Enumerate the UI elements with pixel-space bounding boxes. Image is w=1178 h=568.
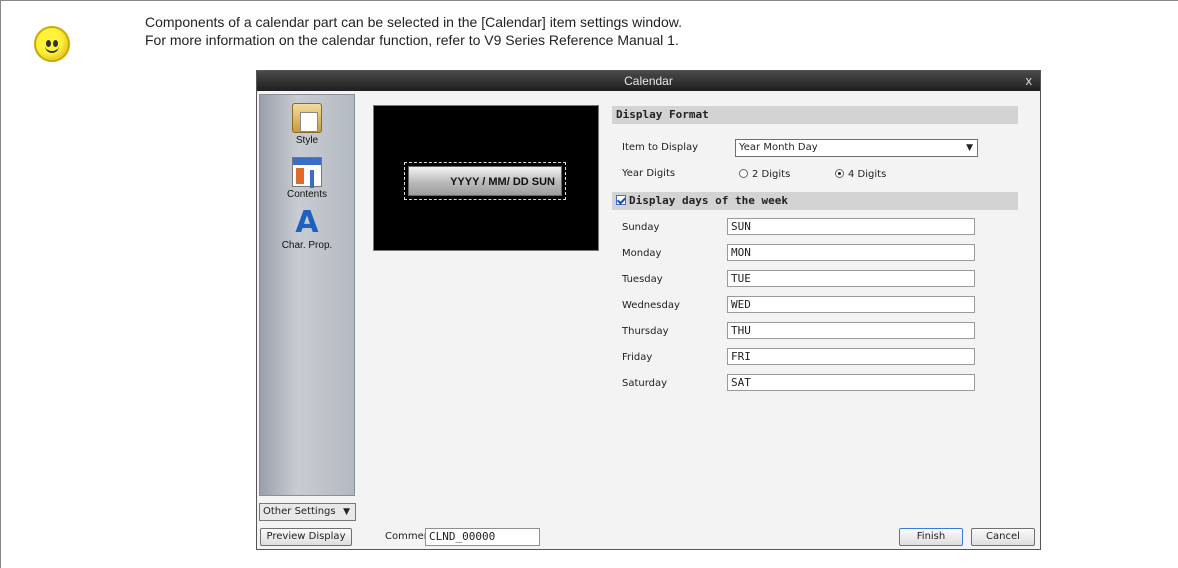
radio-4-digits[interactable]: 4 Digits	[835, 169, 886, 180]
sidebar-item-style[interactable]: Style	[260, 103, 354, 146]
radio-2-digits-label: 2 Digits	[752, 169, 791, 180]
note-line-2: For more information on the calendar fun…	[145, 32, 679, 48]
dialog-titlebar: Calendar x	[257, 71, 1040, 91]
note-text: Components of a calendar part can be sel…	[145, 13, 682, 49]
sidebar-item-char-prop[interactable]: A Char. Prop.	[260, 205, 354, 252]
calendar-part-preview: YYYY / MM/ DD SUN	[404, 162, 566, 200]
sidebar: Style Contents A Char. Prop.	[259, 94, 355, 496]
close-icon[interactable]: x	[1026, 71, 1033, 91]
friday-input[interactable]: FRI	[727, 348, 975, 365]
saturday-label: Saturday	[622, 378, 668, 389]
friday-label: Friday	[622, 352, 653, 363]
calendar-preview-text: YYYY / MM/ DD SUN	[408, 166, 562, 196]
other-settings-dropdown[interactable]: Other Settings ▼	[259, 503, 356, 521]
cancel-button[interactable]: Cancel	[971, 528, 1035, 546]
calendar-dialog: Calendar x Style Contents A Char. Prop. …	[256, 70, 1041, 550]
preview-box: YYYY / MM/ DD SUN	[373, 105, 599, 251]
display-format-header: Display Format	[612, 106, 1018, 124]
week-days-header: Display days of the week	[612, 192, 1018, 210]
chevron-down-icon: ▼	[343, 507, 350, 517]
note-line-1: Components of a calendar part can be sel…	[145, 14, 682, 30]
sunday-input[interactable]: SUN	[727, 218, 975, 235]
radio-circle-icon	[739, 169, 748, 178]
display-week-days-checkbox[interactable]	[616, 195, 626, 205]
comment-input[interactable]: CLND_00000	[425, 528, 540, 546]
sidebar-item-label: Contents	[286, 189, 328, 200]
tuesday-label: Tuesday	[622, 274, 663, 285]
char-prop-icon: A	[295, 205, 319, 240]
sidebar-item-label: Style	[295, 135, 319, 146]
sidebar-item-label: Char. Prop.	[281, 240, 333, 251]
radio-selected-icon	[835, 169, 844, 178]
dialog-title: Calendar	[624, 74, 673, 88]
wednesday-input[interactable]: WED	[727, 296, 975, 313]
item-to-display-label: Item to Display	[622, 142, 699, 153]
year-digits-label: Year Digits	[622, 168, 676, 179]
dialog-bottom-bar: Preview Display Comment CLND_00000 Finis…	[257, 525, 1040, 549]
finish-button[interactable]: Finish	[899, 528, 963, 546]
monday-label: Monday	[622, 248, 662, 259]
week-days-header-label: Display days of the week	[629, 194, 788, 207]
sunday-label: Sunday	[622, 222, 660, 233]
preview-display-button[interactable]: Preview Display	[260, 528, 352, 546]
item-to-display-value: Year Month Day	[739, 142, 818, 153]
tuesday-input[interactable]: TUE	[727, 270, 975, 287]
contents-icon	[292, 157, 322, 187]
smiley-note-icon	[34, 26, 70, 62]
other-settings-label: Other Settings	[263, 506, 336, 517]
monday-input[interactable]: MON	[727, 244, 975, 261]
wednesday-label: Wednesday	[622, 300, 680, 311]
radio-4-digits-label: 4 Digits	[848, 169, 887, 180]
display-format-header-label: Display Format	[616, 108, 709, 121]
thursday-label: Thursday	[622, 326, 669, 337]
sidebar-item-contents[interactable]: Contents	[260, 157, 354, 200]
chevron-down-icon: ▼	[966, 143, 973, 153]
thursday-input[interactable]: THU	[727, 322, 975, 339]
radio-2-digits[interactable]: 2 Digits	[739, 169, 790, 180]
style-icon	[292, 103, 322, 133]
item-to-display-select[interactable]: Year Month Day ▼	[735, 139, 978, 157]
saturday-input[interactable]: SAT	[727, 374, 975, 391]
